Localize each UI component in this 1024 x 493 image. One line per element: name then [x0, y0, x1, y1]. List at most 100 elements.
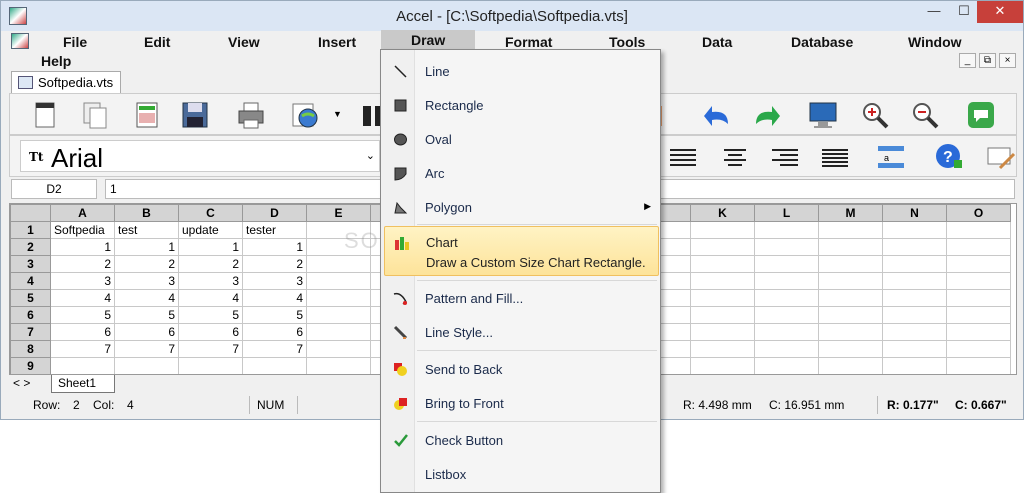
minimize-button[interactable]: —	[917, 1, 951, 23]
cell-reference-box[interactable]: D2	[11, 179, 97, 199]
menu-insert[interactable]: Insert	[318, 34, 356, 50]
row-header[interactable]: 1	[10, 221, 51, 239]
row-header[interactable]: 8	[10, 340, 51, 358]
close-button[interactable]: ✕	[977, 1, 1023, 23]
redo-icon[interactable]	[752, 100, 782, 130]
font-selector[interactable]: Tt Arial ⌄	[20, 140, 380, 173]
row-header[interactable]: 6	[10, 306, 51, 324]
cell[interactable]	[946, 306, 1011, 324]
cell[interactable]	[754, 357, 819, 374]
cell[interactable]	[818, 289, 883, 307]
row-header[interactable]: 3	[10, 255, 51, 273]
cell[interactable]	[754, 272, 819, 290]
row-header[interactable]: 7	[10, 323, 51, 341]
cell[interactable]	[690, 340, 755, 358]
row-header[interactable]: 9	[10, 357, 51, 374]
cell[interactable]	[882, 238, 947, 256]
cell[interactable]: 4	[50, 289, 115, 307]
cell[interactable]	[946, 221, 1011, 239]
cell[interactable]: 1	[242, 238, 307, 256]
cell[interactable]	[306, 340, 371, 358]
cell[interactable]: tester	[242, 221, 307, 239]
column-header[interactable]: M	[818, 204, 883, 222]
column-header[interactable]: K	[690, 204, 755, 222]
cell[interactable]: 7	[114, 340, 179, 358]
menu-item-line[interactable]: Line	[383, 56, 659, 86]
cell[interactable]	[882, 357, 947, 374]
cell[interactable]: 5	[114, 306, 179, 324]
cell[interactable]: 6	[242, 323, 307, 341]
menu-database[interactable]: Database	[791, 34, 853, 50]
menu-item-send-to-back[interactable]: Send to Back	[383, 354, 659, 384]
cell[interactable]: 2	[242, 255, 307, 273]
menu-tools[interactable]: Tools	[609, 34, 645, 50]
cell[interactable]	[306, 289, 371, 307]
cell[interactable]: 3	[178, 272, 243, 290]
cell[interactable]	[754, 323, 819, 341]
menu-item-bring-to-front[interactable]: Bring to Front	[383, 388, 659, 418]
cell[interactable]: 7	[242, 340, 307, 358]
cell[interactable]	[50, 357, 115, 374]
align-full-icon[interactable]	[820, 142, 850, 172]
menu-item-rectangle[interactable]: Rectangle	[383, 90, 659, 120]
menu-help[interactable]: Help	[41, 53, 71, 69]
menu-file[interactable]: File	[63, 34, 87, 50]
cell[interactable]: update	[178, 221, 243, 239]
cell[interactable]	[946, 272, 1011, 290]
column-header[interactable]: L	[754, 204, 819, 222]
new-icon[interactable]	[30, 100, 60, 130]
cell[interactable]	[690, 357, 755, 374]
cell[interactable]	[754, 238, 819, 256]
cell[interactable]: 5	[242, 306, 307, 324]
cell[interactable]	[690, 306, 755, 324]
cell[interactable]	[690, 221, 755, 239]
cell[interactable]	[818, 340, 883, 358]
cell[interactable]	[882, 340, 947, 358]
font-dropdown-arrow-icon[interactable]: ⌄	[366, 149, 375, 162]
cell[interactable]	[306, 323, 371, 341]
cell[interactable]	[882, 272, 947, 290]
sheet-nav-arrows[interactable]: < >	[13, 376, 30, 390]
menu-item-polygon[interactable]: Polygon ▶	[383, 192, 659, 222]
monitor-icon[interactable]	[808, 100, 838, 130]
cell[interactable]	[690, 255, 755, 273]
document-tab[interactable]: Softpedia.vts	[11, 71, 121, 93]
chat-icon[interactable]	[966, 100, 996, 130]
cell[interactable]: 1	[50, 238, 115, 256]
column-header[interactable]: N	[882, 204, 947, 222]
cell[interactable]	[946, 289, 1011, 307]
text-spacing-icon[interactable]: a	[876, 142, 906, 172]
cell[interactable]	[818, 221, 883, 239]
align-center-icon[interactable]	[720, 142, 750, 172]
row-header[interactable]: 2	[10, 238, 51, 256]
column-header[interactable]: O	[946, 204, 1011, 222]
cell[interactable]	[306, 272, 371, 290]
zoom-in-icon[interactable]	[860, 100, 890, 130]
menu-item-pattern-fill[interactable]: Pattern and Fill...	[383, 283, 659, 313]
column-header[interactable]: B	[114, 204, 179, 222]
cell[interactable]	[818, 306, 883, 324]
cell[interactable]	[946, 323, 1011, 341]
cell[interactable]	[882, 306, 947, 324]
menu-item-oval[interactable]: Oval	[383, 124, 659, 154]
cell[interactable]	[818, 255, 883, 273]
cell[interactable]: 6	[114, 323, 179, 341]
cell[interactable]	[690, 272, 755, 290]
menu-data[interactable]: Data	[702, 34, 732, 50]
cell[interactable]	[818, 323, 883, 341]
help-add-icon[interactable]: ?	[934, 142, 964, 172]
web-icon[interactable]	[290, 100, 320, 130]
cell[interactable]	[882, 289, 947, 307]
cell[interactable]: 3	[114, 272, 179, 290]
cell[interactable]	[882, 255, 947, 273]
cell[interactable]	[114, 357, 179, 374]
menu-view[interactable]: View	[228, 34, 260, 50]
cell[interactable]	[754, 340, 819, 358]
cell[interactable]: 7	[50, 340, 115, 358]
cell[interactable]	[690, 289, 755, 307]
row-header[interactable]: 5	[10, 289, 51, 307]
doc-restore-button[interactable]: ⧉	[979, 53, 996, 68]
menu-draw[interactable]: Draw	[381, 30, 476, 50]
web-dropdown-arrow-icon[interactable]: ▼	[333, 109, 342, 119]
cell[interactable]	[306, 255, 371, 273]
